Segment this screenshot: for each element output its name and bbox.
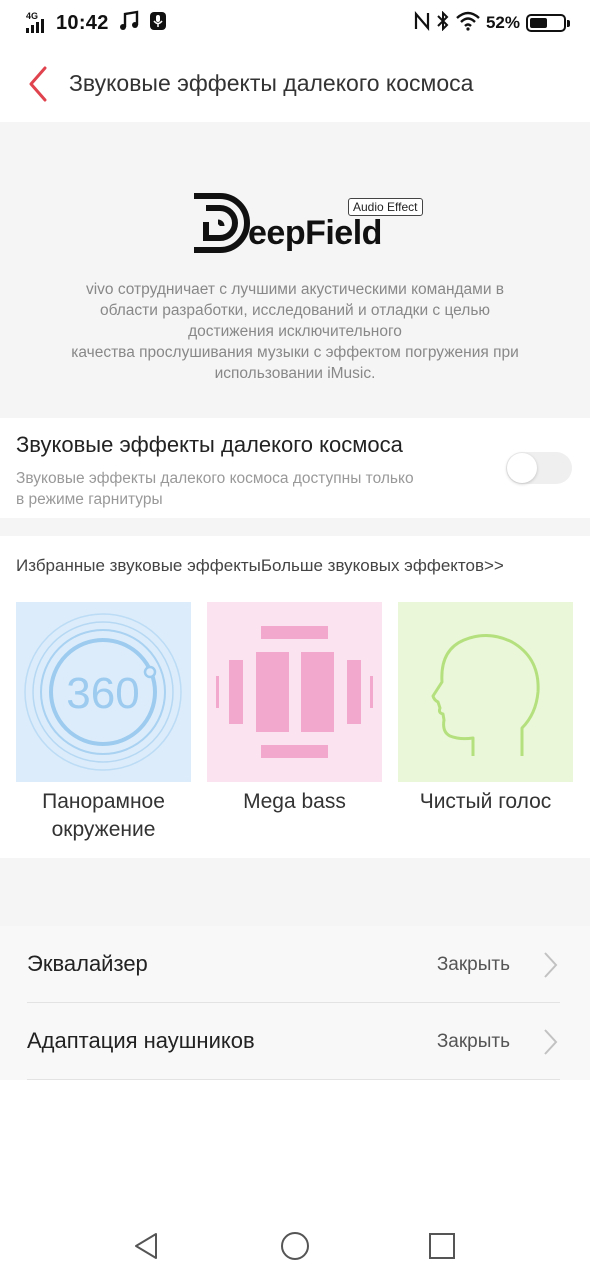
mega-bass-icon [216, 626, 373, 758]
favorites-label: Избранные звуковые эффекты [16, 556, 261, 575]
clear-voice-tile-label: Чистый голос [398, 788, 573, 816]
app-header: Звуковые эффекты далекого космоса [0, 46, 590, 122]
system-navbar [0, 1200, 590, 1280]
intro-line: достижения исключительного [188, 323, 402, 340]
deepfield-logo: eepField Audio Effect [190, 192, 440, 262]
nav-recents-button[interactable] [422, 1226, 462, 1266]
page-title: Звуковые эффекты далекого космоса [69, 70, 474, 96]
audio-effect-badge: Audio Effect [348, 198, 423, 216]
tile-label-line: Чистый голос [419, 790, 552, 813]
nav-home-button[interactable] [275, 1226, 315, 1266]
section-gap [0, 518, 590, 536]
switch-knob [507, 453, 537, 483]
chevron-right-icon [544, 952, 558, 978]
nav-back-button[interactable] [126, 1226, 166, 1266]
intro-section: eepField Audio Effect vivo сотрудничает … [0, 122, 590, 418]
nfc-icon [414, 10, 430, 36]
equalizer-label: Эквалайзер [27, 951, 148, 976]
headphone-adaptation-label: Адаптация наушников [27, 1028, 255, 1053]
intro-description: vivo сотрудничает с лучшими акустическим… [30, 279, 560, 384]
equalizer-value: Закрыть [436, 954, 510, 975]
microphone-icon [149, 11, 167, 36]
effects-section: Избранные звуковые эффектыБольше звуковы… [0, 536, 590, 858]
toggle-title: Звуковые эффекты далекого космоса [16, 432, 403, 457]
clock: 10:42 [56, 11, 109, 34]
logo-text: eepField [248, 214, 382, 252]
signal-icon: 4G [24, 11, 54, 35]
tile-label-line: Mega bass [243, 790, 346, 813]
divider [27, 1079, 560, 1080]
deepfield-d-icon [194, 193, 250, 253]
favorites-row: Избранные звуковые эффектыБольше звуковы… [16, 556, 504, 576]
status-bar: 4G 10:42 52% [0, 0, 590, 46]
intro-line: использовании iMusic. [214, 365, 376, 382]
mega-bass-tile-label: Mega bass [207, 788, 382, 816]
more-effects-link[interactable]: Больше звуковых эффектов>> [261, 556, 504, 575]
music-note-icon [119, 10, 139, 37]
headphone-adaptation-row[interactable]: Адаптация наушников Закрыть [0, 1003, 590, 1080]
battery-icon [526, 14, 570, 32]
chevron-left-icon [29, 66, 47, 102]
surround-tile-label: Панорамное окружение [16, 788, 191, 844]
clear-voice-head-icon [431, 634, 540, 756]
tile-label-line: Панорамное [42, 790, 165, 813]
deep-space-toggle-row: Звуковые эффекты далекого космоса Звуков… [0, 418, 590, 518]
section-gap [0, 858, 590, 926]
wifi-icon [456, 11, 480, 36]
back-button[interactable] [20, 62, 56, 106]
deep-space-switch[interactable] [506, 452, 572, 484]
mega-bass-tile[interactable] [207, 602, 382, 782]
tile-label-line: окружение [51, 818, 156, 841]
intro-line: области разработки, исследований и отлад… [99, 302, 491, 319]
settings-list: Эквалайзер Закрыть Адаптация наушников З… [0, 926, 590, 1080]
intro-line: качества прослушивания музыки с эффектом… [71, 344, 519, 361]
clear-voice-tile[interactable] [398, 602, 573, 782]
surround-360-badge: 360 [66, 669, 139, 718]
status-left: 4G 10:42 [24, 10, 167, 36]
surround-360-icon: 360 [24, 613, 182, 771]
equalizer-row[interactable]: Эквалайзер Закрыть [0, 926, 590, 1003]
toggle-desc-line: Звуковые эффекты далекого космоса доступ… [16, 470, 414, 487]
toggle-description: Звуковые эффекты далекого космоса доступ… [16, 468, 496, 510]
recents-square-icon [429, 1233, 455, 1259]
toggle-desc-line: в режиме гарнитуры [16, 491, 163, 508]
surround-tile[interactable]: 360 [16, 602, 191, 782]
headphone-adaptation-value: Закрыть [436, 1031, 510, 1052]
back-triangle-icon [135, 1233, 157, 1259]
battery-percent: 52% [485, 13, 520, 32]
home-circle-icon [281, 1232, 309, 1260]
chevron-right-icon [544, 1029, 558, 1055]
status-right: 52% [414, 10, 570, 36]
bluetooth-icon [436, 10, 450, 36]
intro-line: vivo сотрудничает с лучшими акустическим… [85, 281, 505, 298]
